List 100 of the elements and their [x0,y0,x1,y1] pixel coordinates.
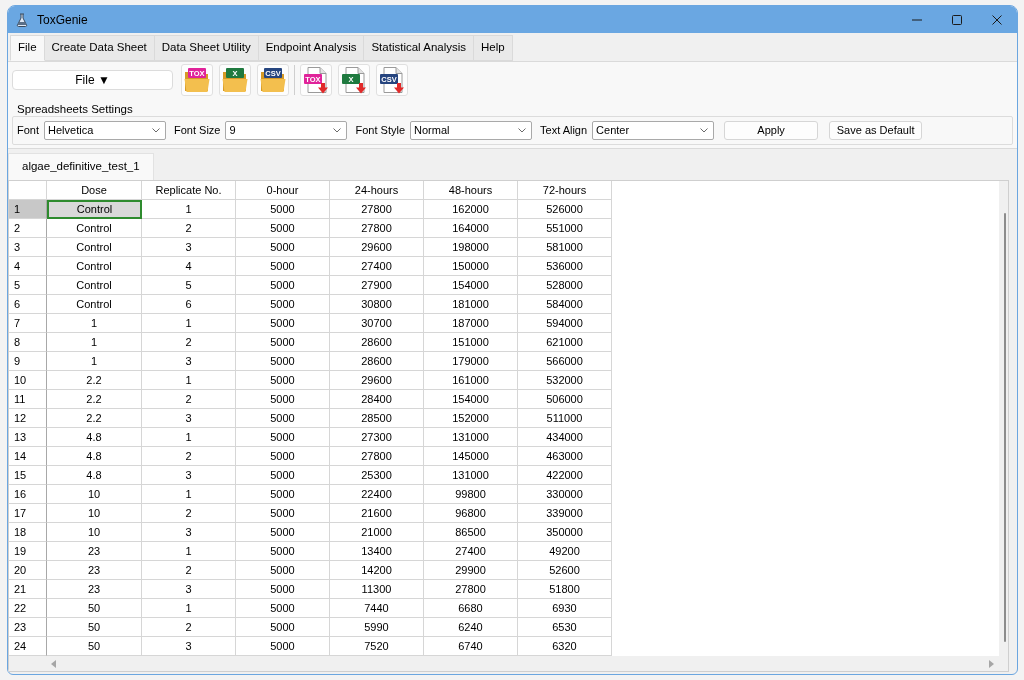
maximize-icon [952,14,962,25]
row-header: 14 [9,447,47,466]
settings-button[interactable]: Apply [724,121,819,140]
table-cell: 6240 [424,618,518,637]
combo-box[interactable]: Normal [410,121,532,140]
table-cell: 5000 [236,200,330,219]
table-cell: 1 [142,485,236,504]
menu-tab[interactable]: Endpoint Analysis [258,35,365,61]
table-cell: 181000 [424,295,518,314]
row-header: 18 [9,523,47,542]
table-cell: 5 [142,276,236,295]
table-cell: Control [47,238,142,257]
table-cell: 28600 [330,333,424,352]
table-cell: 463000 [518,447,612,466]
table-cell: 131000 [424,466,518,485]
table-cell: 3 [142,238,236,257]
table-cell: 5000 [236,219,330,238]
close-icon [992,14,1002,25]
table-cell: 511000 [518,409,612,428]
table-cell: 5000 [236,314,330,333]
table-cell: 526000 [518,200,612,219]
table-cell: 11300 [330,580,424,599]
table-cell: 10 [47,504,142,523]
table-cell: 2.2 [47,390,142,409]
combo-box[interactable]: Helvetica [44,121,166,140]
table-cell: 5000 [236,637,330,656]
vertical-scrollbar[interactable] [999,181,1008,656]
scroll-left-icon[interactable] [51,659,56,668]
table-cell: 50 [47,637,142,656]
file-menu-button[interactable]: File ▼ [12,70,173,90]
table-cell: 145000 [424,447,518,466]
table-cell: 1 [47,333,142,352]
table-cell: 99800 [424,485,518,504]
table-cell: 1 [142,200,236,219]
row-header: 24 [9,637,47,656]
table-cell: 2 [142,618,236,637]
row-header: 9 [9,352,47,371]
table-cell: 21000 [330,523,424,542]
table-cell: 528000 [518,276,612,295]
row-header: 22 [9,599,47,618]
table-cell: 5000 [236,276,330,295]
table-cell: 10 [47,485,142,504]
scroll-right-icon[interactable] [989,659,994,668]
table-cell: 5000 [236,504,330,523]
row-header: 8 [9,333,47,352]
table-cell: 4.8 [47,466,142,485]
sheet-tab[interactable]: algae_definitive_test_1 [8,153,154,180]
table-cell: 27900 [330,276,424,295]
menu-tab[interactable]: Statistical Analysis [364,35,475,61]
table-cell: 49200 [518,542,612,561]
menu-tab[interactable]: Help [474,35,513,61]
table-cell: 422000 [518,466,612,485]
table-cell: 5990 [330,618,424,637]
table-cell: 566000 [518,352,612,371]
menu-tab[interactable]: Data Sheet Utility [154,35,259,61]
combo-box[interactable]: Center [592,121,715,140]
table-cell: 10 [47,523,142,542]
table-cell: 5000 [236,371,330,390]
table-cell: 339000 [518,504,612,523]
table-cell: 7520 [330,637,424,656]
flask-icon [15,12,29,27]
table-cell: 154000 [424,390,518,409]
table-cell: 536000 [518,257,612,276]
menu-tab[interactable]: File [10,35,45,61]
table-cell: 1 [142,599,236,618]
table-cell: 96800 [424,504,518,523]
table-cell: 179000 [424,352,518,371]
field-label: Font Style [355,123,405,139]
row-header: 13 [9,428,47,447]
table-corner[interactable] [9,181,47,200]
horizontal-scrollbar[interactable] [9,656,1008,671]
table-cell: 584000 [518,295,612,314]
table-cell: 2 [142,504,236,523]
table-cell: 4.8 [47,428,142,447]
table-cell: 3 [142,637,236,656]
row-header: 1 [9,200,47,219]
combo-box[interactable]: 9 [225,121,348,140]
table-cell: 5000 [236,599,330,618]
table-cell: 5000 [236,352,330,371]
table-cell: 3 [142,523,236,542]
table-cell: 23 [47,561,142,580]
scrollbar-thumb[interactable] [1004,213,1006,642]
table-cell: 5000 [236,618,330,637]
table-cell: 28500 [330,409,424,428]
row-header: 6 [9,295,47,314]
table-cell: 152000 [424,409,518,428]
table-cell: 506000 [518,390,612,409]
menu-tab[interactable]: Create Data Sheet [44,35,155,61]
table-cell: 151000 [424,333,518,352]
table-cell: 14200 [330,561,424,580]
table-cell: 22400 [330,485,424,504]
group-title: Spreadsheets Settings [16,102,134,116]
table-cell: 51800 [518,580,612,599]
table-cell: 5000 [236,257,330,276]
table-cell: 3 [142,352,236,371]
table-cell: 2 [142,219,236,238]
settings-button[interactable]: Save as Default [829,121,923,140]
table-cell: 330000 [518,485,612,504]
table-cell: 594000 [518,314,612,333]
table-cell: 5000 [236,238,330,257]
